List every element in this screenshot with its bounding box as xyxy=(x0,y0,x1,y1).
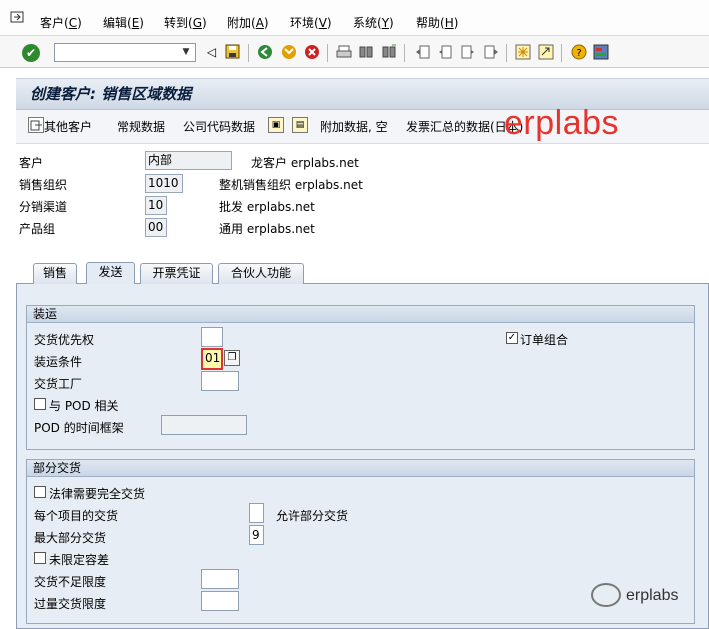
find-next-icon[interactable] xyxy=(380,44,397,61)
max-partial-field[interactable]: 9 xyxy=(249,525,264,545)
distribution-channel-field[interactable]: 10 xyxy=(145,196,167,215)
watermark-bottom: erplabs xyxy=(626,587,679,604)
print-icon[interactable] xyxy=(335,44,352,61)
command-field[interactable] xyxy=(54,43,196,62)
find-icon[interactable] xyxy=(357,44,374,61)
unlimited-tolerance-label: 未限定容差 xyxy=(49,553,110,567)
additional-data-button[interactable]: 附加数据, 空 xyxy=(320,118,388,135)
menu-customer[interactable]: 客户(C) xyxy=(40,14,82,31)
per-item-field[interactable] xyxy=(249,503,264,523)
complete-delivery-label: 法律需要完全交货 xyxy=(49,487,146,501)
toolbar-separator xyxy=(506,44,507,62)
menu-extras[interactable]: 附加(A) xyxy=(227,14,269,31)
cancel-icon[interactable] xyxy=(303,44,320,61)
shipping-conditions-field[interactable]: 01 xyxy=(201,348,223,370)
customer-label: 客户 xyxy=(19,156,44,170)
enter-icon[interactable]: ✔ xyxy=(22,44,40,62)
division-label: 产品组 xyxy=(19,222,56,236)
help-icon[interactable]: ? xyxy=(570,44,587,61)
value-help-icon[interactable]: ❐ xyxy=(224,350,240,366)
shipping-conditions-label: 装运条件 xyxy=(34,355,83,369)
menu-edit[interactable]: 编辑(E) xyxy=(103,14,144,31)
toolbar-separator xyxy=(248,44,249,62)
toolbar-separator xyxy=(327,44,328,62)
menu-environment[interactable]: 环境(V) xyxy=(290,14,332,31)
menu-system[interactable]: 系统(Y) xyxy=(353,14,394,31)
new-session-icon[interactable] xyxy=(514,44,531,61)
menu-help[interactable]: 帮助(H) xyxy=(416,14,458,31)
other-customer-icon[interactable] xyxy=(28,117,44,133)
per-item-description: 允许部分交货 xyxy=(276,509,349,523)
order-combination-label: 订单组合 xyxy=(520,333,569,347)
underdelivery-label: 交货不足限度 xyxy=(34,575,107,589)
pod-relevant-label: 与 POD 相关 xyxy=(49,399,119,413)
toolbar-separator xyxy=(561,44,562,62)
svg-text:?: ? xyxy=(576,48,581,59)
delivery-priority-label: 交货优先权 xyxy=(34,333,95,347)
collapse-icon[interactable]: ◁ xyxy=(203,44,220,61)
menu-goto[interactable]: 转到(G) xyxy=(164,14,207,31)
tab-shipping[interactable]: 发送 xyxy=(86,262,135,284)
page-title: 创建客户: 销售区域数据 xyxy=(30,85,192,103)
tab-partner-functions[interactable]: 合伙人功能 xyxy=(218,263,304,284)
distribution-channel-description: 批发 erplabs.net xyxy=(219,200,315,214)
last-page-icon[interactable] xyxy=(482,44,499,61)
sales-org-field[interactable]: 1010 xyxy=(145,174,183,193)
wechat-logo-icon xyxy=(591,583,621,607)
copy-icon[interactable]: ▣ xyxy=(268,117,284,133)
order-combination-checkbox[interactable]: ✓ xyxy=(506,332,518,344)
other-customer-button[interactable]: 其他客户 xyxy=(44,118,92,135)
chevron-down-icon[interactable]: ▼ xyxy=(179,45,193,59)
customer-description: 龙客户 erplabs.net xyxy=(251,156,359,170)
max-partial-label: 最大部分交货 xyxy=(34,531,107,545)
overdelivery-label: 过量交货限度 xyxy=(34,597,107,611)
paste-icon[interactable]: ▤ xyxy=(292,117,308,133)
shipping-group-title: 装运 xyxy=(27,306,694,323)
sales-org-label: 销售组织 xyxy=(19,178,68,192)
customer-field[interactable]: 内部 xyxy=(145,151,232,170)
delivery-priority-field[interactable] xyxy=(201,327,223,347)
tab-sales[interactable]: 销售 xyxy=(33,263,77,284)
complete-delivery-checkbox[interactable] xyxy=(34,486,46,498)
tab-billing-documents[interactable]: 开票凭证 xyxy=(140,263,213,284)
delivering-plant-field[interactable] xyxy=(201,371,239,391)
division-field[interactable]: 00 xyxy=(145,218,167,237)
pod-timeframe-field[interactable] xyxy=(161,415,247,435)
exit-icon[interactable] xyxy=(280,44,297,61)
underdelivery-field[interactable] xyxy=(201,569,239,589)
sales-org-description: 整机销售组织 erplabs.net xyxy=(219,178,363,192)
distribution-channel-label: 分销渠道 xyxy=(19,200,68,214)
back-icon[interactable] xyxy=(256,44,273,61)
shipping-group xyxy=(26,305,695,450)
overdelivery-field[interactable] xyxy=(201,591,239,611)
unlimited-tolerance-checkbox[interactable] xyxy=(34,552,46,564)
pod-timeframe-label: POD 的时间框架 xyxy=(34,421,124,435)
toolbar-separator xyxy=(404,44,405,62)
delivering-plant-label: 交货工厂 xyxy=(34,377,83,391)
general-data-button[interactable]: 常规数据 xyxy=(117,118,165,135)
first-page-icon[interactable] xyxy=(414,44,431,61)
save-icon[interactable] xyxy=(224,44,241,61)
shortcut-icon[interactable] xyxy=(537,44,554,61)
partial-delivery-group-title: 部分交货 xyxy=(27,460,694,477)
next-page-icon[interactable] xyxy=(459,44,476,61)
watermark: erplabs xyxy=(504,104,620,142)
division-description: 通用 erplabs.net xyxy=(219,222,315,236)
pod-relevant-checkbox[interactable] xyxy=(34,398,46,410)
company-code-data-button[interactable]: 公司代码数据 xyxy=(183,118,255,135)
per-item-label: 每个项目的交货 xyxy=(34,509,119,523)
prev-page-icon[interactable] xyxy=(436,44,453,61)
layout-icon[interactable] xyxy=(592,44,609,61)
system-menu-icon[interactable] xyxy=(10,10,26,24)
